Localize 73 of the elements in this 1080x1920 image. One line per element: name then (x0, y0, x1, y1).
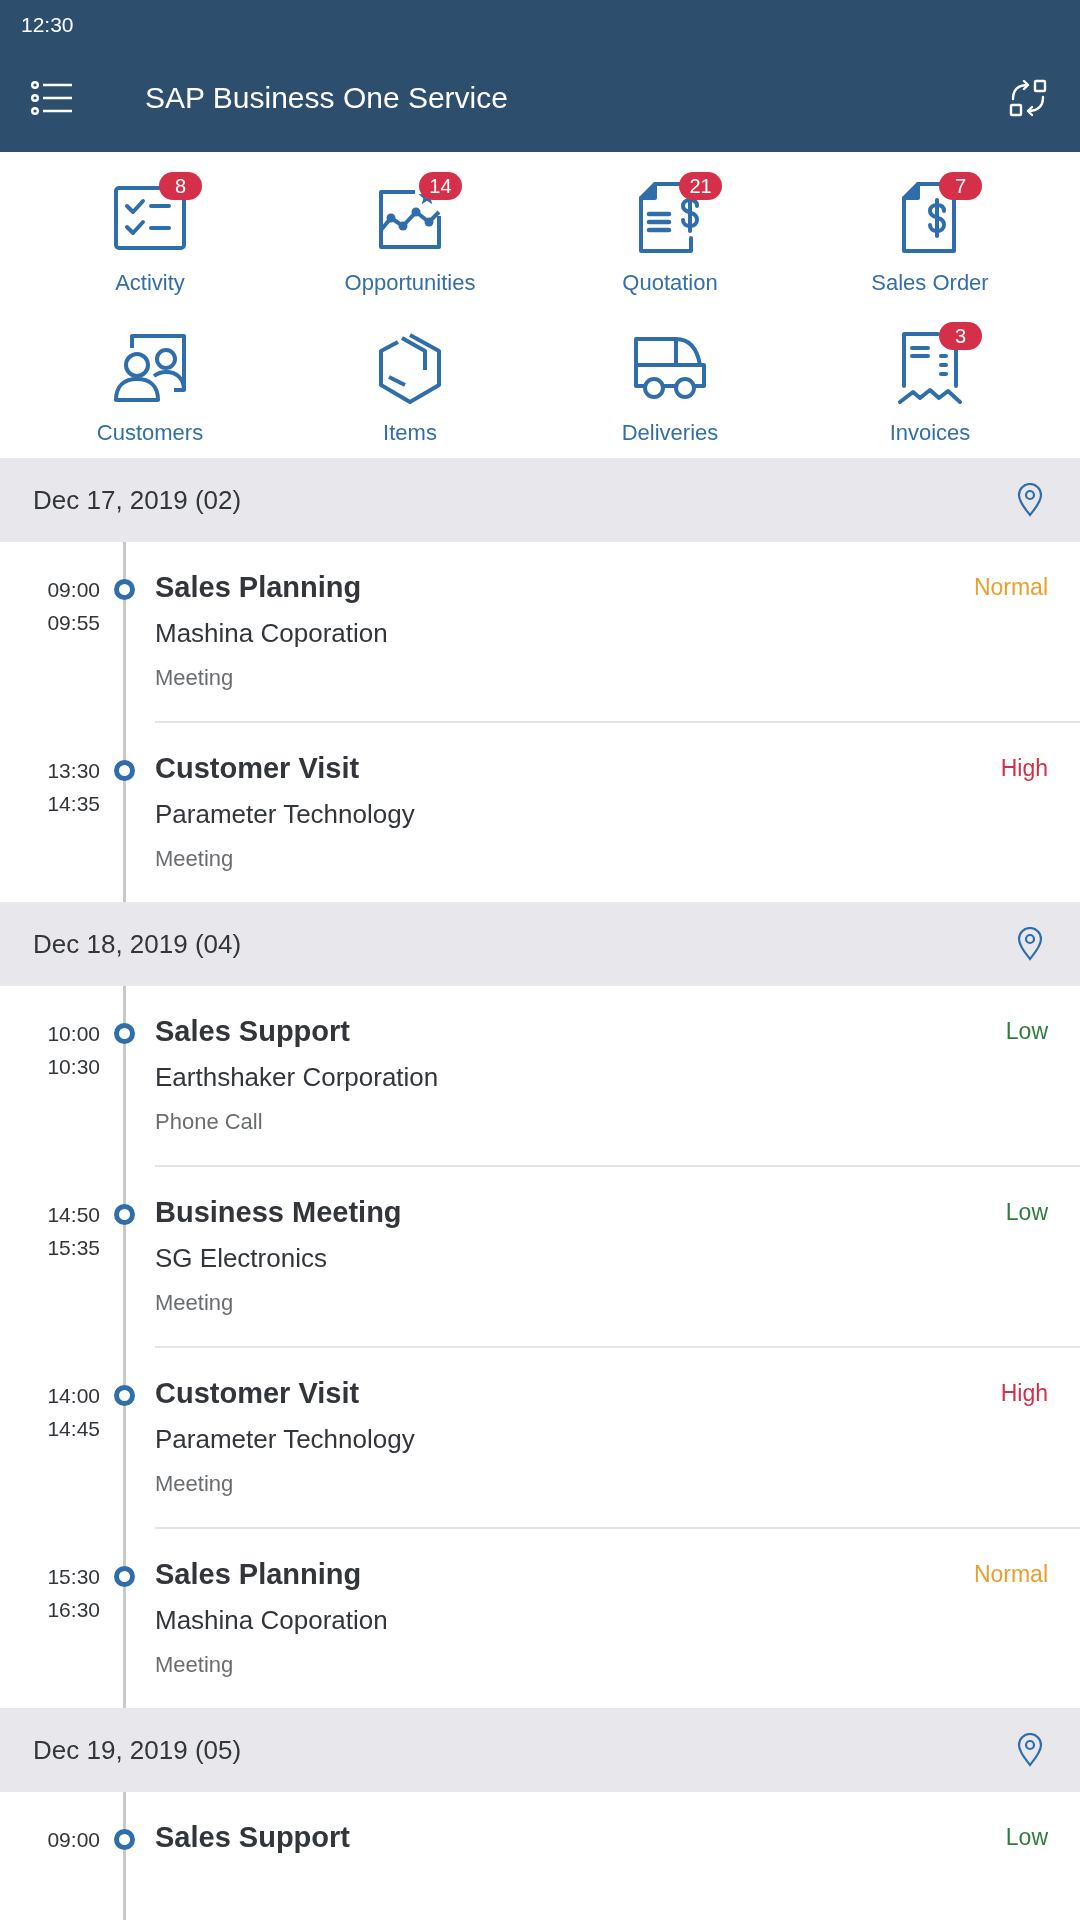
start-time: 14:00 (47, 1383, 100, 1409)
dollar-document-icon (902, 182, 958, 254)
date-text: Dec 17, 2019 (02) (33, 484, 242, 516)
count-badge: 3 (939, 322, 982, 350)
timeline-dot-icon (113, 1566, 135, 1587)
count-badge: 21 (679, 172, 722, 200)
count-badge: 8 (159, 172, 202, 200)
start-time: 14:50 (47, 1202, 100, 1228)
swap-arrows-icon[interactable] (1009, 78, 1047, 117)
shortcut-tile[interactable]: 21 Quotation (600, 170, 740, 296)
date-text: Dec 18, 2019 (04) (33, 928, 242, 960)
company-name: Mashina Coporation (155, 1604, 389, 1637)
activity-title[interactable]: Sales Support (155, 1013, 1006, 1049)
activity-type: Phone Call (155, 1108, 264, 1136)
timeline-dot-icon (113, 760, 135, 781)
start-time: 13:30 (47, 758, 100, 784)
activity-title[interactable]: Business Meeting (155, 1194, 1006, 1230)
end-time: 09:55 (47, 610, 100, 636)
end-time: 10:30 (47, 1054, 100, 1080)
priority-label: High (1000, 1379, 1048, 1408)
shortcut-tile[interactable]: Deliveries (599, 320, 741, 446)
activity-title[interactable]: Customer Visit (155, 1375, 1001, 1411)
timeline-dot-icon (113, 1204, 135, 1225)
hexagon-icon (378, 332, 442, 404)
timeline-dot-icon (113, 1385, 135, 1406)
start-time: 15:30 (47, 1564, 100, 1590)
activity-title[interactable]: Sales Support (155, 1819, 1006, 1855)
count-badge: 14 (419, 172, 462, 200)
activity-title[interactable]: Customer Visit (155, 750, 1001, 786)
start-time: 09:00 (47, 1827, 100, 1853)
shortcut-tile[interactable]: 8 Activity (92, 170, 208, 296)
status-time: 12:30 (21, 12, 74, 37)
company-name: Earthshaker Corporation (155, 1061, 440, 1094)
location-pin-icon[interactable] (1017, 483, 1043, 517)
date-text: Dec 19, 2019 (05) (33, 1734, 242, 1766)
shortcut-tile[interactable]: Customers (74, 320, 226, 446)
end-time: 15:35 (47, 1235, 100, 1261)
shortcut-tile[interactable]: 14 Opportunities (322, 170, 498, 296)
end-time: 14:35 (47, 791, 100, 817)
app-title: SAP Business One Service (145, 80, 509, 115)
shortcut-tile[interactable]: 3 Invoices (867, 320, 993, 446)
menu-icon[interactable] (31, 80, 73, 115)
start-time: 10:00 (47, 1021, 100, 1047)
priority-label: Low (1005, 1823, 1048, 1852)
timeline-dot-icon (113, 1023, 135, 1044)
company-name: SG Electronics (155, 1242, 328, 1275)
activity-title[interactable]: Sales Planning (155, 569, 974, 605)
location-pin-icon[interactable] (1017, 927, 1043, 961)
people-icon (114, 334, 186, 402)
priority-label: High (1000, 754, 1048, 783)
company-name: Parameter Technology (155, 1423, 416, 1456)
shortcut-tile[interactable]: 7 Sales Order (849, 170, 1011, 296)
priority-label: Low (1005, 1017, 1048, 1046)
priority-label: Normal (973, 1560, 1048, 1589)
activity-type: Meeting (155, 1289, 235, 1317)
activity-type: Meeting (155, 1470, 235, 1498)
priority-label: Low (1005, 1198, 1048, 1227)
activity-title[interactable]: Sales Planning (155, 1556, 974, 1592)
truck-icon (634, 337, 706, 399)
location-pin-icon[interactable] (1017, 1733, 1043, 1767)
count-badge: 7 (939, 172, 982, 200)
priority-label: Normal (973, 573, 1048, 602)
timeline-dot-icon (113, 579, 135, 600)
start-time: 09:00 (47, 577, 100, 603)
activity-type: Meeting (155, 845, 235, 873)
end-time: 14:45 (47, 1416, 100, 1442)
company-name: Parameter Technology (155, 798, 416, 831)
end-time: 16:30 (47, 1597, 100, 1623)
shortcut-tile[interactable]: Items (356, 320, 464, 446)
activity-type: Meeting (155, 664, 235, 692)
timeline-dot-icon (113, 1829, 135, 1850)
activity-type: Meeting (155, 1651, 235, 1679)
company-name: Mashina Coporation (155, 617, 389, 650)
